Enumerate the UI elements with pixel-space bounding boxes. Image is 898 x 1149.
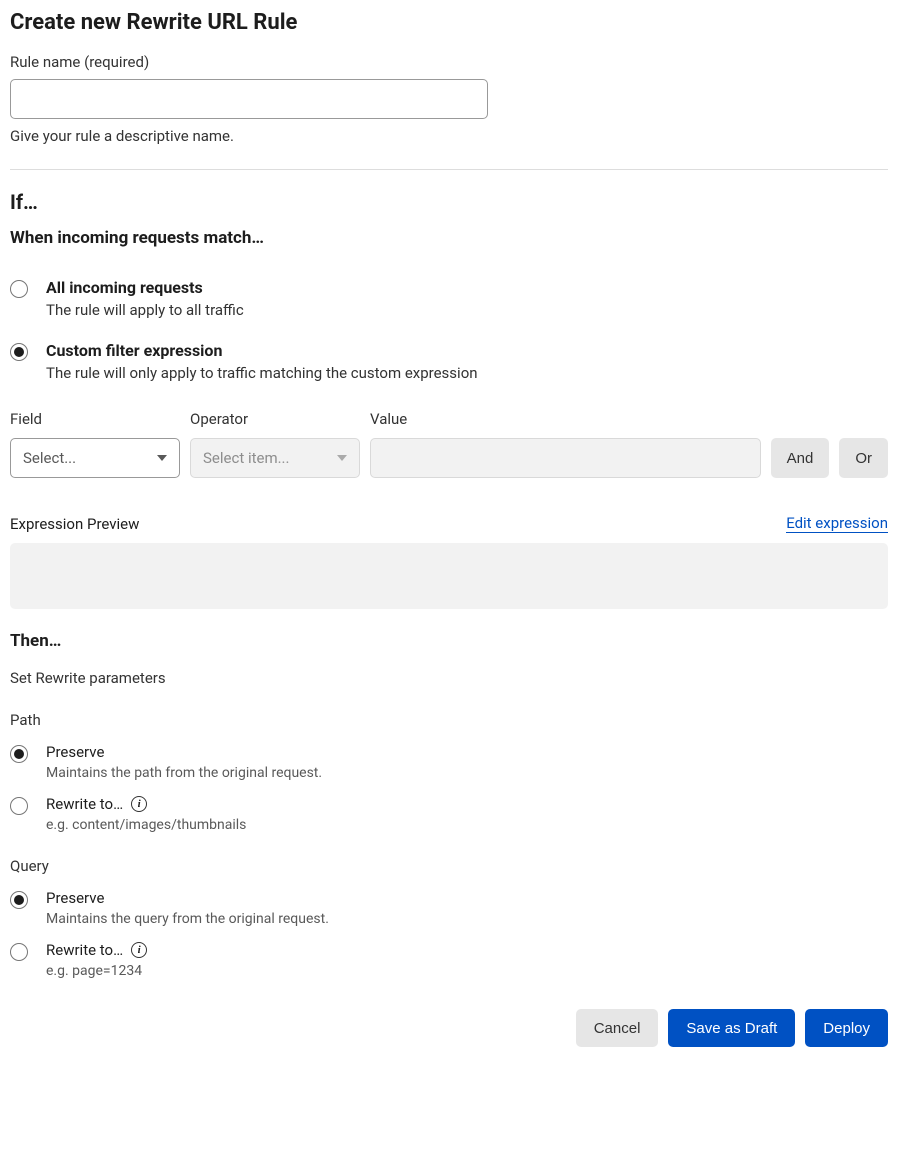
radio-all-desc: The rule will apply to all traffic [46, 301, 888, 319]
edit-expression-link[interactable]: Edit expression [786, 514, 888, 533]
if-subheading: When incoming requests match… [10, 228, 888, 248]
expression-preview-box [10, 543, 888, 609]
then-subheading: Set Rewrite parameters [10, 669, 888, 687]
path-label: Path [10, 711, 888, 729]
query-rewrite-desc: e.g. page=1234 [46, 963, 888, 979]
radio-all-title: All incoming requests [46, 278, 888, 297]
radio-path-preserve[interactable]: Preserve Maintains the path from the ori… [10, 743, 888, 781]
radio-icon [10, 943, 28, 961]
radio-icon [10, 797, 28, 815]
save-draft-button[interactable]: Save as Draft [668, 1009, 795, 1047]
info-icon[interactable]: i [131, 942, 147, 958]
radio-all-requests[interactable]: All incoming requests The rule will appl… [10, 278, 888, 319]
radio-icon [10, 343, 28, 361]
radio-icon [10, 891, 28, 909]
field-select[interactable]: Select... [10, 438, 180, 478]
path-preserve-desc: Maintains the path from the original req… [46, 765, 888, 781]
if-heading: If… [10, 190, 888, 214]
path-preserve-title: Preserve [46, 743, 888, 761]
rule-name-help: Give your rule a descriptive name. [10, 127, 888, 145]
radio-query-preserve[interactable]: Preserve Maintains the query from the or… [10, 889, 888, 927]
chevron-down-icon [157, 455, 167, 461]
radio-path-rewrite[interactable]: Rewrite to… i e.g. content/images/thumbn… [10, 795, 888, 833]
path-rewrite-desc: e.g. content/images/thumbnails [46, 817, 888, 833]
query-preserve-desc: Maintains the query from the original re… [46, 911, 888, 927]
radio-custom-title: Custom filter expression [46, 341, 888, 360]
info-icon[interactable]: i [131, 796, 147, 812]
operator-select-placeholder: Select item... [203, 449, 289, 467]
or-button[interactable]: Or [839, 438, 888, 478]
query-rewrite-title: Rewrite to… [46, 941, 123, 959]
chevron-down-icon [337, 455, 347, 461]
radio-query-rewrite[interactable]: Rewrite to… i e.g. page=1234 [10, 941, 888, 979]
field-select-placeholder: Select... [23, 449, 76, 467]
radio-custom-desc: The rule will only apply to traffic matc… [46, 364, 888, 382]
deploy-button[interactable]: Deploy [805, 1009, 888, 1047]
radio-custom-filter[interactable]: Custom filter expression The rule will o… [10, 341, 888, 382]
value-input[interactable] [370, 438, 761, 478]
cancel-button[interactable]: Cancel [576, 1009, 659, 1047]
operator-select[interactable]: Select item... [190, 438, 360, 478]
rule-name-input[interactable] [10, 79, 488, 119]
query-preserve-title: Preserve [46, 889, 888, 907]
path-rewrite-title: Rewrite to… [46, 795, 123, 813]
divider [10, 169, 888, 170]
page-title: Create new Rewrite URL Rule [10, 10, 888, 35]
field-label: Field [10, 410, 180, 428]
query-label: Query [10, 857, 888, 875]
radio-icon [10, 745, 28, 763]
rule-name-label: Rule name (required) [10, 53, 888, 71]
operator-label: Operator [190, 410, 360, 428]
expression-preview-label: Expression Preview [10, 515, 139, 533]
then-heading: Then… [10, 631, 888, 651]
and-button[interactable]: And [771, 438, 830, 478]
value-label: Value [370, 410, 761, 428]
radio-icon [10, 280, 28, 298]
